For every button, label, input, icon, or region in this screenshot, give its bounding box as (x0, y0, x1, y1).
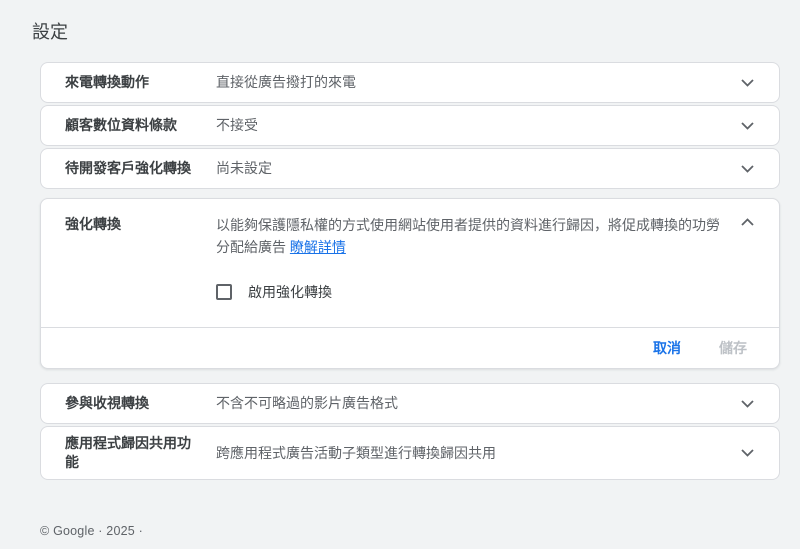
chevron-down-icon[interactable] (739, 445, 755, 461)
panel-value: 直接從廣告撥打的來電 (216, 74, 356, 90)
panel-actions: 取消 儲存 (41, 328, 779, 368)
chevron-down-icon[interactable] (739, 75, 755, 91)
chevron-down-icon[interactable] (739, 118, 755, 134)
panel-customer-data-terms[interactable]: 顧客數位資料條款 不接受 (40, 105, 780, 146)
settings-panels: 來電轉換動作 直接從廣告撥打的來電 顧客數位資料條款 不接受 待開發客戶強化轉換… (40, 62, 780, 480)
enable-enhanced-conversions-row: 啟用強化轉換 (216, 283, 755, 301)
panel-app-attribution-sharing[interactable]: 應用程式歸因共用功能 跨應用程式廣告活動子類型進行轉換歸因共用 (40, 426, 780, 480)
panel-enhanced-conversions-for-leads[interactable]: 待開發客戶強化轉換 尚未設定 (40, 148, 780, 189)
panel-label: 強化轉換 (65, 216, 121, 232)
panel-label: 顧客數位資料條款 (65, 117, 177, 133)
panel-value: 不含不可略過的影片廣告格式 (216, 395, 398, 411)
panel-enhanced-conversions-expanded: 強化轉換 以能夠保護隱私權的方式使用網站使用者提供的資料進行歸因，將促成轉換的功… (40, 198, 780, 369)
panel-label: 參與收視轉換 (65, 395, 149, 411)
learn-more-link[interactable]: 瞭解詳情 (290, 239, 346, 255)
chevron-up-icon[interactable] (739, 214, 755, 230)
panel-call-conversion-action[interactable]: 來電轉換動作 直接從廣告撥打的來電 (40, 62, 780, 103)
panel-description: 以能夠保護隱私權的方式使用網站使用者提供的資料進行歸因，將促成轉換的功勞分配給廣… (216, 214, 739, 258)
copyright-footer: © Google · 2025 · (40, 524, 143, 538)
chevron-down-icon[interactable] (739, 396, 755, 412)
panel-value: 不接受 (216, 117, 258, 133)
panel-label: 待開發客戶強化轉換 (65, 160, 191, 176)
expanded-panel-header[interactable]: 強化轉換 以能夠保護隱私權的方式使用網站使用者提供的資料進行歸因，將促成轉換的功… (41, 199, 779, 258)
panel-value: 跨應用程式廣告活動子類型進行轉換歸因共用 (216, 444, 496, 461)
cancel-button[interactable]: 取消 (651, 334, 683, 362)
panel-label: 應用程式歸因共用功能 (65, 435, 191, 470)
chevron-down-icon[interactable] (739, 161, 755, 177)
save-button[interactable]: 儲存 (717, 334, 749, 362)
checkbox-label[interactable]: 啟用強化轉換 (248, 282, 332, 302)
enable-enhanced-conversions-checkbox[interactable] (216, 284, 232, 300)
panel-value: 尚未設定 (216, 160, 272, 176)
panel-engaged-view-conversions[interactable]: 參與收視轉換 不含不可略過的影片廣告格式 (40, 383, 780, 424)
panel-label: 來電轉換動作 (65, 74, 149, 90)
page-title: 設定 (32, 22, 68, 42)
